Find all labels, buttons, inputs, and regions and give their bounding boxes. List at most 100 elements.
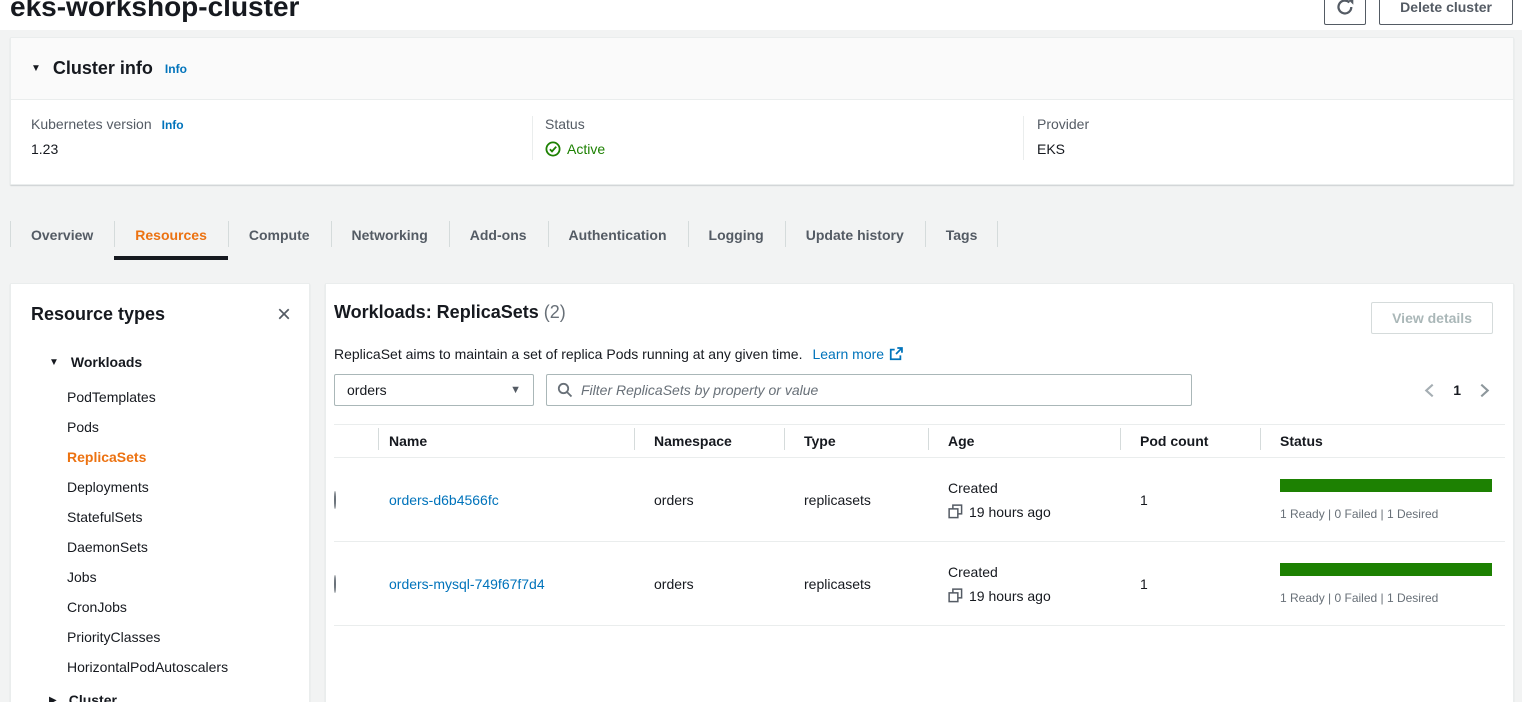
sidebar-item-jobs[interactable]: Jobs — [11, 562, 309, 592]
sidebar-item-deployments[interactable]: Deployments — [11, 472, 309, 502]
cluster-info-info-link[interactable]: Info — [165, 62, 187, 76]
panel-title-text: Workloads: ReplicaSets — [334, 302, 539, 322]
header-actions: Delete cluster — [1324, 0, 1513, 25]
status-badge: Active — [545, 141, 605, 157]
replicasets-panel: Workloads: ReplicaSets (2) View details … — [325, 283, 1514, 702]
status-value: Active — [567, 141, 605, 157]
resource-types-title: Resource types — [31, 304, 165, 325]
view-details-button[interactable]: View details — [1371, 302, 1493, 334]
replicasets-table: Name Namespace Type Age Pod count Status… — [334, 424, 1505, 626]
age-value: 19 hours ago — [969, 504, 1051, 520]
tab-resources[interactable]: Resources — [114, 211, 228, 258]
column-header-age[interactable]: Age — [928, 433, 1120, 449]
sidebar-group-cluster[interactable]: ▶ Cluster — [11, 692, 309, 702]
sidebar-items: PodTemplates Pods ReplicaSets Deployment… — [11, 382, 309, 682]
pagination: 1 — [1423, 382, 1505, 398]
column-header-name[interactable]: Name — [378, 433, 634, 449]
row-radio-button[interactable] — [334, 575, 336, 593]
tab-authentication[interactable]: Authentication — [548, 211, 688, 258]
column-header-status[interactable]: Status — [1260, 433, 1505, 449]
page-header: eks-workshop-cluster Delete cluster — [0, 0, 1522, 30]
replicaset-name-link[interactable]: orders-mysql-749f67f7d4 — [389, 576, 545, 592]
sidebar-item-cronjobs[interactable]: CronJobs — [11, 592, 309, 622]
cell-namespace: orders — [634, 492, 784, 508]
cell-age: Created 19 hours ago — [928, 564, 1120, 604]
chevron-down-icon: ▼ — [31, 63, 41, 74]
row-radio-button[interactable] — [334, 491, 336, 509]
learn-more-link[interactable]: Learn more — [812, 346, 903, 362]
delete-cluster-button[interactable]: Delete cluster — [1379, 0, 1513, 25]
tab-add-ons[interactable]: Add-ons — [449, 211, 548, 258]
search-icon — [557, 382, 573, 398]
status-progress-bar — [1280, 479, 1492, 492]
external-link-icon — [889, 347, 903, 361]
chevron-down-icon: ▼ — [49, 357, 59, 368]
tab-update-history[interactable]: Update history — [785, 211, 925, 258]
status-progress-bar — [1280, 563, 1492, 576]
cell-type: replicasets — [784, 492, 928, 508]
age-value: 19 hours ago — [969, 588, 1051, 604]
sidebar-item-replicasets[interactable]: ReplicaSets — [11, 442, 309, 472]
kubernetes-version-value: 1.23 — [31, 141, 532, 157]
table-row: orders-d6b4566fc orders replicasets Crea… — [334, 458, 1505, 542]
check-circle-icon — [545, 141, 561, 157]
sidebar-item-daemonsets[interactable]: DaemonSets — [11, 532, 309, 562]
column-header-pod-count[interactable]: Pod count — [1120, 433, 1260, 449]
cell-type: replicasets — [784, 576, 928, 592]
tab-tags[interactable]: Tags — [925, 211, 999, 258]
tab-networking[interactable]: Networking — [331, 211, 449, 258]
copy-icon[interactable] — [948, 588, 963, 603]
learn-more-label: Learn more — [812, 346, 884, 362]
panel-title: Workloads: ReplicaSets (2) — [334, 302, 566, 323]
close-icon[interactable]: × — [277, 305, 291, 325]
cell-status: 1 Ready | 0 Failed | 1 Desired — [1260, 563, 1505, 605]
sidebar-group-workloads-label: Workloads — [71, 354, 142, 370]
status-field: Status Active — [532, 116, 1023, 160]
tab-overview[interactable]: Overview — [10, 211, 114, 258]
sidebar-group-workloads[interactable]: ▼ Workloads — [11, 354, 309, 370]
copy-icon[interactable] — [948, 504, 963, 519]
resource-types-panel: Resource types × ▼ Workloads PodTemplate… — [10, 283, 310, 702]
next-page-icon[interactable] — [1478, 383, 1491, 398]
age-created-label: Created — [948, 480, 1120, 496]
active-tab-underline — [114, 256, 228, 260]
refresh-icon — [1336, 0, 1354, 16]
provider-value: EKS — [1037, 141, 1513, 157]
current-page-number[interactable]: 1 — [1453, 382, 1461, 398]
cell-age: Created 19 hours ago — [928, 480, 1120, 520]
previous-page-icon[interactable] — [1423, 383, 1436, 398]
kubernetes-version-label: Kubernetes version — [31, 116, 152, 132]
cluster-tabs: Overview Resources Compute Networking Ad… — [10, 211, 1512, 258]
sidebar-item-statefulsets[interactable]: StatefulSets — [11, 502, 309, 532]
column-header-namespace[interactable]: Namespace — [634, 433, 784, 449]
kubernetes-version-field: Kubernetes version Info 1.23 — [11, 116, 532, 160]
tab-logging[interactable]: Logging — [688, 211, 785, 258]
page-title: eks-workshop-cluster — [10, 0, 299, 23]
age-created-label: Created — [948, 564, 1120, 580]
column-header-type[interactable]: Type — [784, 433, 928, 449]
provider-label: Provider — [1037, 116, 1089, 132]
dropdown-caret-icon: ▼ — [510, 384, 521, 396]
cell-status: 1 Ready | 0 Failed | 1 Desired — [1260, 479, 1505, 521]
resources-content: Resource types × ▼ Workloads PodTemplate… — [10, 283, 1514, 702]
table-header-row: Name Namespace Type Age Pod count Status — [334, 424, 1505, 458]
kubernetes-version-info-link[interactable]: Info — [162, 118, 184, 132]
panel-count: (2) — [544, 302, 566, 322]
status-summary-text: 1 Ready | 0 Failed | 1 Desired — [1280, 507, 1505, 521]
cluster-info-header[interactable]: ▼ Cluster info Info — [11, 38, 1513, 100]
panel-description: ReplicaSet aims to maintain a set of rep… — [334, 346, 802, 362]
tab-compute[interactable]: Compute — [228, 211, 331, 258]
sidebar-group-cluster-label: Cluster — [69, 692, 117, 702]
sidebar-item-podtemplates[interactable]: PodTemplates — [11, 382, 309, 412]
status-summary-text: 1 Ready | 0 Failed | 1 Desired — [1280, 591, 1505, 605]
replicaset-name-link[interactable]: orders-d6b4566fc — [389, 492, 499, 508]
sidebar-item-priorityclasses[interactable]: PriorityClasses — [11, 622, 309, 652]
tab-resources-label: Resources — [135, 227, 207, 243]
sidebar-item-pods[interactable]: Pods — [11, 412, 309, 442]
cell-pod-count: 1 — [1120, 492, 1260, 508]
refresh-button[interactable] — [1324, 0, 1366, 25]
search-input[interactable] — [581, 382, 1181, 398]
namespace-filter-dropdown[interactable]: orders ▼ — [334, 374, 534, 406]
sidebar-item-horizontalpodautoscalers[interactable]: HorizontalPodAutoscalers — [11, 652, 309, 682]
cell-namespace: orders — [634, 576, 784, 592]
